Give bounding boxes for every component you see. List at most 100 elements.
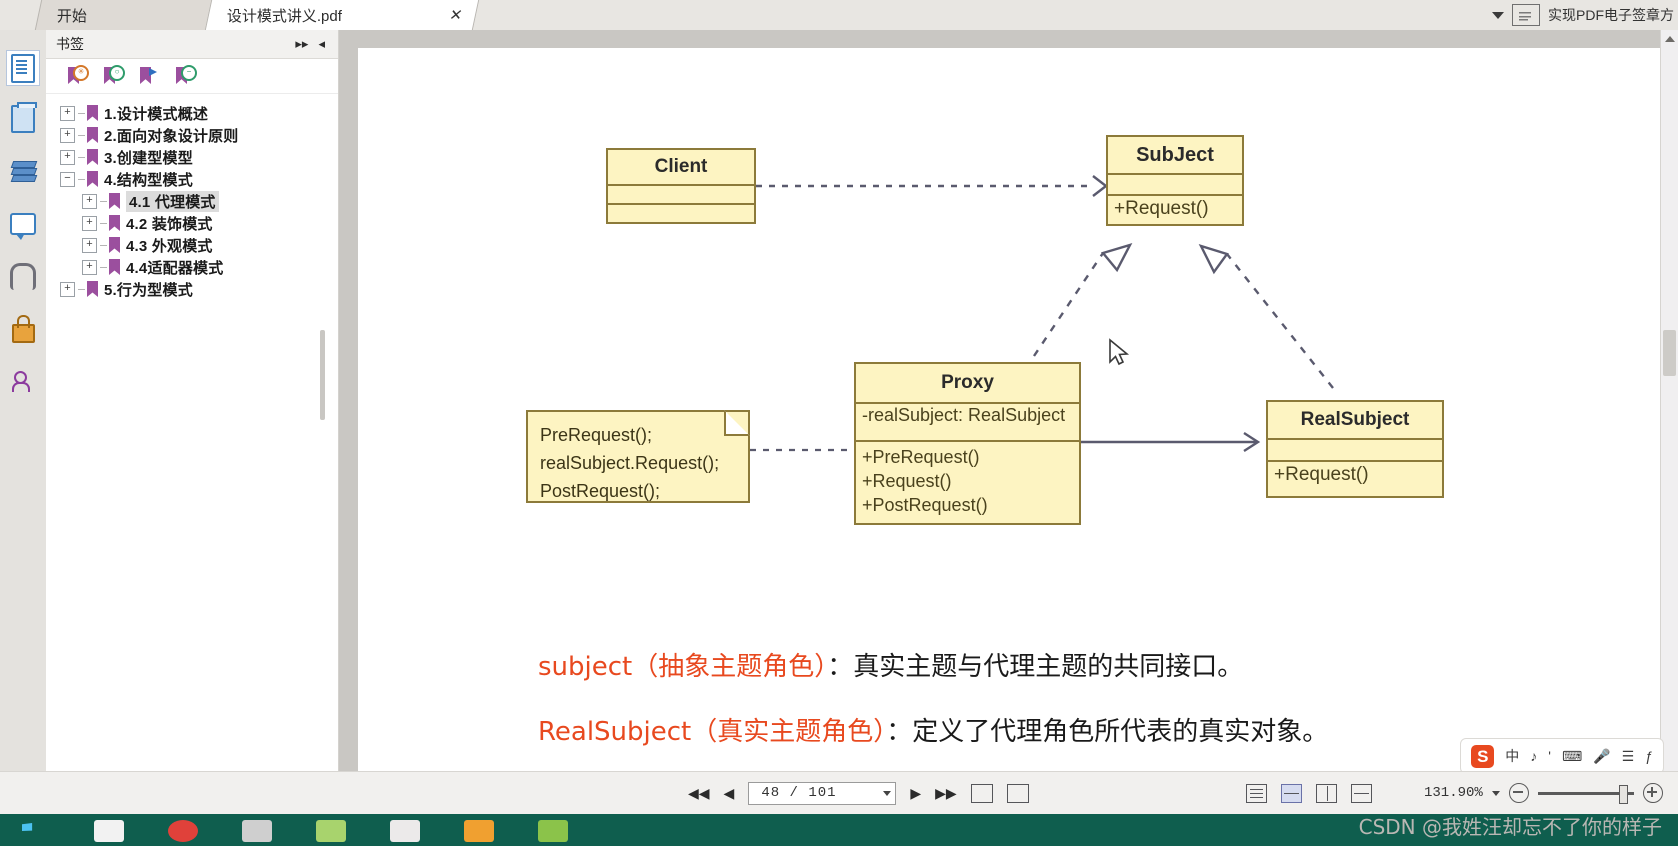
collapse-panel-button[interactable]: ◂	[313, 36, 330, 52]
bookmark-next-icon[interactable]	[140, 66, 160, 86]
ime-tools-icon[interactable]: ƒ	[1645, 748, 1653, 764]
bookmark-label: 4.1 代理模式	[126, 190, 219, 212]
facing-page-icon[interactable]	[1316, 783, 1337, 803]
uml-class-proxy[interactable]: Proxy -realSubject: RealSubject +PreRequ…	[854, 362, 1081, 525]
taskbar-app-browser[interactable]	[152, 816, 226, 844]
bookmark-add-icon[interactable]: ✳	[68, 65, 89, 86]
ime-music-icon[interactable]: ♪	[1530, 748, 1537, 764]
rail-item-layers[interactable]	[7, 154, 39, 188]
prev-page-button[interactable]: ◀	[724, 785, 735, 802]
ime-keyboard-icon[interactable]: ⌨	[1562, 748, 1582, 765]
caption-subject-rest: ：真实主题与代理主题的共同接口。	[827, 652, 1244, 682]
rail-item-comments[interactable]	[7, 207, 39, 241]
bookmark-label: 4.2 装饰模式	[126, 215, 213, 233]
zoom-out-button[interactable]	[1508, 783, 1529, 803]
zoom-slider[interactable]	[1537, 784, 1634, 804]
ime-punct-icon[interactable]: '	[1548, 748, 1551, 764]
bookmark-item-4-1[interactable]: + 4.1 代理模式	[52, 190, 338, 212]
bookmark-goto-icon[interactable]: ○	[104, 65, 125, 86]
expander-icon[interactable]: +	[60, 149, 75, 165]
chevron-down-icon[interactable]	[883, 790, 892, 796]
last-page-button[interactable]: ▶▶	[935, 785, 957, 802]
bookmark-delete-icon[interactable]: −	[176, 65, 197, 86]
bookmark-item-4-2[interactable]: + 4.2 装饰模式	[52, 212, 338, 234]
bookmark-icon	[109, 259, 120, 275]
class-attributes	[1108, 175, 1242, 196]
tab-document[interactable]: 设计模式讲义.pdf ✕	[204, 0, 480, 30]
taskbar-app-5[interactable]	[374, 816, 448, 844]
panel-splitter[interactable]	[320, 330, 325, 420]
vertical-scrollbar[interactable]	[1660, 30, 1678, 796]
bookmark-label: 2.面向对象设计原则	[104, 127, 239, 145]
zoom-in-button[interactable]	[1642, 783, 1663, 803]
ime-mode-icon[interactable]: 中	[1505, 746, 1519, 766]
expander-icon[interactable]: +	[82, 193, 97, 209]
expander-icon[interactable]: +	[60, 281, 75, 297]
expander-icon[interactable]: +	[60, 127, 75, 143]
ime-menu-icon[interactable]: ☰	[1622, 748, 1635, 765]
rail-item-security[interactable]	[7, 312, 39, 346]
expander-icon[interactable]: −	[60, 171, 75, 187]
page-extract-icon[interactable]	[1006, 783, 1029, 803]
page-snapshot-icon[interactable]	[970, 783, 993, 803]
taskbar-app-6[interactable]	[448, 816, 522, 844]
single-page-icon[interactable]	[1246, 783, 1267, 803]
lock-icon	[11, 314, 35, 343]
rail-item-attachments[interactable]	[7, 259, 39, 293]
uml-class-subject[interactable]: SubJect +Request()	[1106, 135, 1244, 226]
close-icon[interactable]: ✕	[445, 6, 467, 24]
expander-icon[interactable]: +	[82, 237, 97, 253]
expand-all-button[interactable]: ▸▸	[290, 36, 313, 52]
bookmarks-header: 书签 ▸▸ ◂	[46, 30, 338, 59]
chevron-down-icon[interactable]	[1492, 11, 1504, 19]
pdf-stamp-icon[interactable]	[1512, 4, 1540, 26]
page-number-input[interactable]: 48 / 101	[748, 781, 897, 805]
uml-diagram: RealSubject (association) --> Client	[358, 48, 1660, 796]
zoom-slider-knob[interactable]	[1618, 784, 1628, 804]
bookmark-item-5[interactable]: + 5.行为型模式	[52, 278, 338, 300]
taskbar-app-7[interactable]	[522, 816, 596, 844]
sogou-logo-icon[interactable]: S	[1471, 744, 1495, 768]
rail-item-signatures[interactable]	[7, 364, 39, 398]
continuous-page-icon[interactable]	[1281, 783, 1302, 803]
bookmark-item-2[interactable]: + 2.面向对象设计原则	[52, 124, 338, 146]
bookmark-item-1[interactable]: + 1.设计模式概述	[52, 102, 338, 124]
rail-item-page-organize[interactable]	[7, 102, 39, 136]
pdf-reader-window: 开始 设计模式讲义.pdf ✕ 实现PDF电子签章方 书签 ▸▸ ◂ ✳ ○ −…	[0, 0, 1678, 846]
taskbar-app-1[interactable]	[78, 816, 152, 844]
uml-class-client[interactable]: Client	[606, 148, 756, 224]
facing-continuous-icon[interactable]	[1351, 783, 1372, 803]
uml-class-realsubject[interactable]: RealSubject +Request()	[1266, 400, 1444, 498]
class-attributes	[1268, 440, 1442, 462]
stamp-label[interactable]: 实现PDF电子签章方	[1548, 5, 1674, 25]
rail-item-page-thumbnails[interactable]	[6, 50, 40, 86]
pages-icon	[11, 102, 37, 133]
document-viewport: RealSubject (association) --> Client	[339, 30, 1661, 796]
bookmark-item-4[interactable]: − 4.结构型模式	[52, 168, 338, 190]
taskbar-app-3[interactable]	[226, 816, 300, 844]
bookmarks-title: 书签	[56, 36, 84, 52]
next-page-button[interactable]: ▶	[910, 785, 921, 802]
first-page-button[interactable]: ◀◀	[688, 785, 710, 802]
page-number-value: 48 / 101	[761, 785, 837, 801]
taskbar-app-4[interactable]	[300, 816, 374, 844]
viewer-status-bar: ◀◀ ◀ 48 / 101 ▶ ▶▶ 131.90%	[0, 771, 1678, 814]
start-button[interactable]	[12, 816, 58, 844]
scroll-up-icon[interactable]	[1665, 36, 1675, 42]
scrollbar-thumb[interactable]	[1663, 330, 1676, 376]
uml-note[interactable]: PreRequest(); realSubject.Request(); Pos…	[526, 410, 750, 503]
mouse-cursor	[1109, 338, 1130, 366]
tabbar-right-tools: 实现PDF电子签章方	[1492, 0, 1678, 30]
ime-toolbar[interactable]: S 中 ♪ ' ⌨ 🎤 ☰ ƒ	[1460, 738, 1664, 774]
expander-icon[interactable]: +	[60, 105, 75, 121]
expander-icon[interactable]: +	[82, 215, 97, 231]
page-navigation: ◀◀ ◀ 48 / 101 ▶ ▶▶	[688, 781, 1029, 805]
bookmark-item-3[interactable]: + 3.创建型模型	[52, 146, 338, 168]
bookmark-item-4-3[interactable]: + 4.3 外观模式	[52, 234, 338, 256]
bookmarks-toolbar: ✳ ○ −	[46, 59, 338, 94]
signature-icon	[12, 370, 34, 392]
bookmark-item-4-4[interactable]: + 4.4适配器模式	[52, 256, 338, 278]
ime-voice-icon[interactable]: 🎤	[1593, 748, 1610, 765]
chevron-down-icon[interactable]	[1491, 790, 1500, 796]
expander-icon[interactable]: +	[82, 259, 97, 275]
